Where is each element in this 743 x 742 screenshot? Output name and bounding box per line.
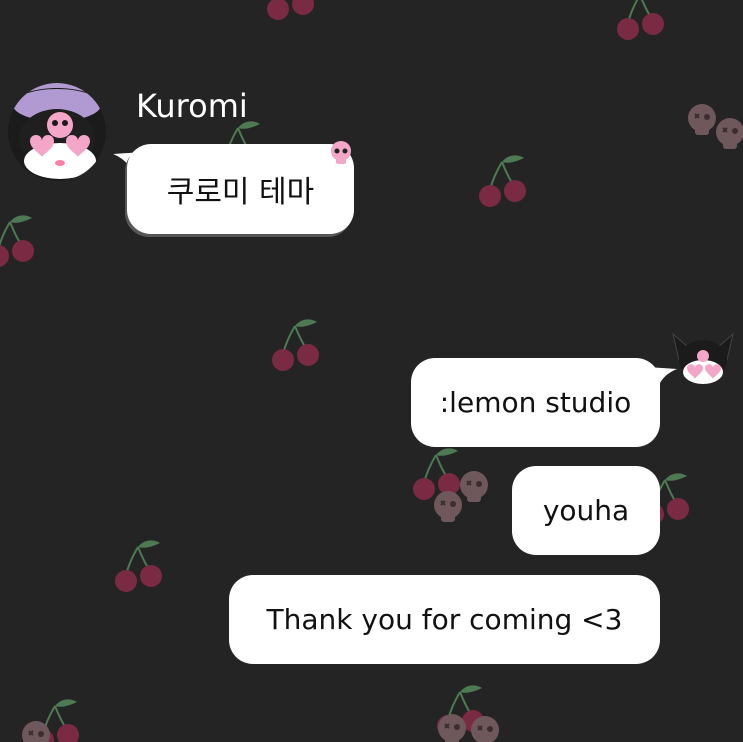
message-text: Thank you for coming <3 <box>266 603 623 636</box>
skull-icon <box>433 490 463 523</box>
contact-name: Kuromi <box>136 87 248 125</box>
cherry-icon <box>616 0 665 42</box>
skull-icon <box>331 141 351 164</box>
skull-icon <box>437 713 467 742</box>
cherry-icon <box>114 539 163 593</box>
kuromi-sticker-icon <box>672 332 734 384</box>
cherry-icon <box>0 214 35 268</box>
cherry-icon <box>271 318 320 372</box>
cherry-icon <box>478 154 527 208</box>
message-text: :lemon studio <box>439 386 632 419</box>
message-bubble-received[interactable]: 쿠로미 테마 <box>127 144 354 234</box>
kuromi-avatar-icon <box>8 83 106 181</box>
message-bubble-sent[interactable]: :lemon studio <box>411 358 660 447</box>
skull-icon <box>715 117 743 150</box>
message-bubble-sent[interactable]: Thank you for coming <3 <box>229 575 660 664</box>
skull-icon <box>459 470 489 503</box>
message-bubble-sent[interactable]: youha <box>512 466 660 555</box>
cherry-icon <box>266 0 315 22</box>
message-text: 쿠로미 테마 <box>166 175 315 210</box>
contact-avatar[interactable] <box>8 83 106 181</box>
chat-screen: Kuromi 쿠로미 테마 :lemon studio youha Thank … <box>0 0 743 742</box>
message-text: youha <box>542 494 630 527</box>
skull-icon <box>687 103 717 136</box>
